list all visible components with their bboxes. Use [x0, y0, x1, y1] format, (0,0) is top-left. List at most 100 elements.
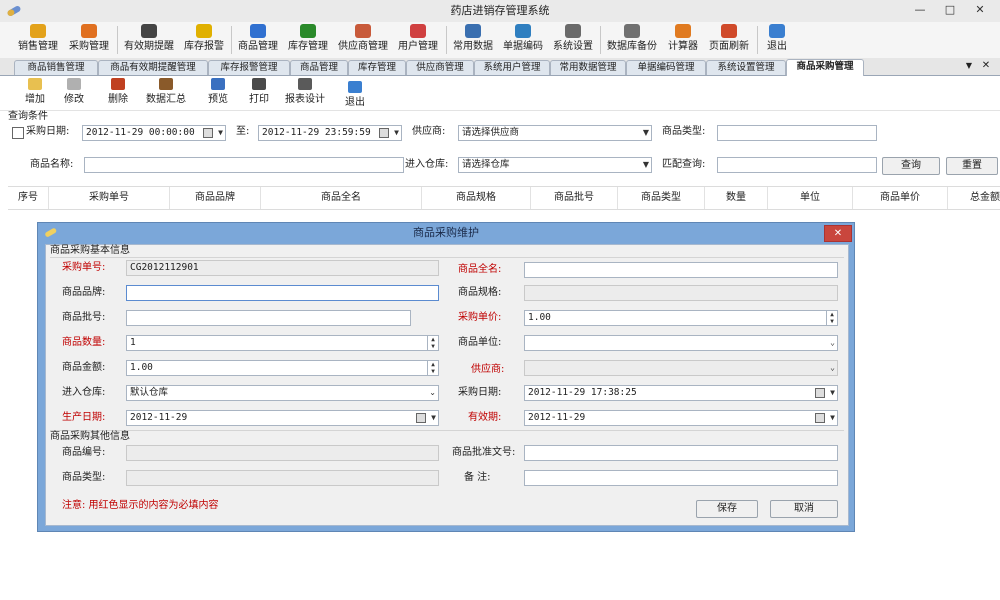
toolbar-exit-button[interactable]: 退出: [762, 24, 792, 56]
column-header[interactable]: 商品单价: [853, 187, 948, 209]
column-header[interactable]: 总金额: [948, 187, 1000, 209]
toolbar-separator: [600, 26, 601, 54]
chevron-down-icon: ▼: [642, 128, 649, 137]
spinner-arrows-icon[interactable]: ▲ ▼: [826, 311, 837, 325]
print-button[interactable]: 打印: [246, 78, 272, 108]
toolbar-backup-button[interactable]: 数据库备份: [603, 24, 661, 56]
date-from-picker[interactable]: 2012-11-29 00:00:00 ▼: [82, 125, 226, 141]
warehouse-field-label: 进入仓库:: [62, 387, 106, 398]
column-header[interactable]: 商品类型: [618, 187, 705, 209]
toolbar-refresh-button[interactable]: 页面刷新: [705, 24, 753, 56]
tab-purchase-management[interactable]: 商品采购管理: [786, 59, 864, 76]
purchase-date-checkbox[interactable]: [12, 127, 24, 139]
remark-input[interactable]: [524, 470, 838, 486]
toolbar-doc-code-button[interactable]: 单据编码: [499, 24, 547, 56]
brand-input[interactable]: [126, 285, 439, 301]
toolbar-inventory-button[interactable]: 库存管理: [284, 24, 332, 56]
production-date-picker[interactable]: 2012-11-29 ▼: [126, 410, 439, 426]
add-button[interactable]: 增加: [22, 78, 48, 108]
quantity-label: 商品数量:: [62, 337, 106, 348]
exit-icon: [769, 24, 785, 38]
toolbar-products-button[interactable]: 商品管理: [234, 24, 282, 56]
tab-doc-codes[interactable]: 单据编码管理: [626, 60, 706, 75]
tab-common-data[interactable]: 常用数据管理: [550, 60, 626, 75]
toolbar-settings-button[interactable]: 系统设置: [549, 24, 597, 56]
grid-header: 序号 采购单号 商品品牌 商品全名 商品规格 商品批号 商品类型 数量 单位 商…: [8, 186, 1000, 210]
column-header[interactable]: 数量: [705, 187, 768, 209]
column-header[interactable]: 商品全名: [261, 187, 422, 209]
tab-inventory[interactable]: 库存管理: [348, 60, 406, 75]
purchase-date-picker[interactable]: 2012-11-29 17:38:25 ▼: [524, 385, 838, 401]
toolbar-stock-alarm-button[interactable]: 库存报警: [180, 24, 228, 56]
column-header[interactable]: 序号: [8, 187, 49, 209]
chevron-down-icon: ⌄: [429, 388, 436, 397]
supplier-icon: [355, 24, 371, 38]
quantity-stepper[interactable]: 1 ▲ ▼: [126, 335, 439, 351]
column-header[interactable]: 采购单号: [49, 187, 170, 209]
spinner-arrows-icon[interactable]: ▲ ▼: [427, 336, 438, 350]
column-header[interactable]: 单位: [768, 187, 853, 209]
date-to-picker[interactable]: 2012-11-29 23:59:59 ▼: [258, 125, 402, 141]
match-query-input[interactable]: [717, 157, 877, 173]
supplier-select[interactable]: 请选择供应商 ▼: [458, 125, 652, 141]
approval-input[interactable]: [524, 445, 838, 461]
tab-products[interactable]: 商品管理: [290, 60, 348, 75]
product-code-label: 商品编号:: [62, 447, 106, 458]
column-header[interactable]: 商品批号: [531, 187, 618, 209]
tab-expiry-reminder[interactable]: 商品有效期提醒管理: [98, 60, 208, 75]
subtoolbar-exit-button[interactable]: 退出: [342, 81, 368, 111]
reset-button[interactable]: 重置: [946, 157, 998, 175]
purchase-icon: [81, 24, 97, 38]
toolbar-purchase-button[interactable]: 采购管理: [64, 24, 114, 56]
maximize-button[interactable]: □: [936, 2, 964, 18]
full-name-label: 商品全名:: [458, 264, 502, 275]
warehouse-label: 进入仓库:: [405, 159, 449, 170]
tab-sales[interactable]: 商品销售管理: [14, 60, 98, 75]
tab-close-icon[interactable]: ✕: [978, 59, 994, 73]
amount-stepper[interactable]: 1.00 ▲ ▼: [126, 360, 439, 376]
unit-price-stepper[interactable]: 1.00 ▲ ▼: [524, 310, 838, 326]
tab-system-settings[interactable]: 系统设置管理: [706, 60, 786, 75]
database-icon: [624, 24, 640, 38]
supplier-select-field[interactable]: ⌄: [524, 360, 838, 376]
search-button[interactable]: 查询: [882, 157, 940, 175]
warehouse-select-field[interactable]: 默认仓库 ⌄: [126, 385, 439, 401]
toolbar-expiry-button[interactable]: 有效期提醒: [120, 24, 178, 56]
unit-select[interactable]: ⌄: [524, 335, 838, 351]
inventory-icon: [300, 24, 316, 38]
toolbar-sales-button[interactable]: 销售管理: [14, 24, 62, 56]
cancel-button[interactable]: 取消: [770, 500, 838, 518]
product-name-input[interactable]: [84, 157, 404, 173]
column-header[interactable]: 商品品牌: [170, 187, 261, 209]
edit-button[interactable]: 修改: [61, 78, 87, 108]
warehouse-select[interactable]: 请选择仓库 ▼: [458, 157, 652, 173]
spinner-arrows-icon[interactable]: ▲ ▼: [427, 361, 438, 375]
full-name-input[interactable]: [524, 262, 838, 278]
data-icon: [465, 24, 481, 38]
tab-dropdown-icon[interactable]: ▼: [962, 59, 976, 73]
toolbar-common-data-button[interactable]: 常用数据: [449, 24, 497, 56]
tab-stock-alarm[interactable]: 库存报警管理: [208, 60, 290, 75]
tab-bar: 商品销售管理 商品有效期提醒管理 库存报警管理 商品管理 库存管理 供应商管理 …: [0, 58, 1000, 76]
minimize-button[interactable]: —: [906, 2, 934, 18]
expiry-date-picker[interactable]: 2012-11-29 ▼: [524, 410, 838, 426]
batch-input[interactable]: [126, 310, 411, 326]
delete-button[interactable]: 删除: [105, 78, 131, 108]
close-window-button[interactable]: ✕: [966, 2, 994, 18]
chevron-down-icon: ▼: [394, 128, 399, 137]
tab-system-users[interactable]: 系统用户管理: [474, 60, 550, 75]
toolbar-calculator-button[interactable]: 计算器: [663, 24, 703, 56]
toolbar-users-button[interactable]: 用户管理: [394, 24, 442, 56]
tab-suppliers[interactable]: 供应商管理: [406, 60, 474, 75]
product-type-input[interactable]: [717, 125, 877, 141]
preview-button[interactable]: 预览: [205, 78, 231, 108]
report-design-icon: [298, 78, 312, 90]
toolbar-supplier-button[interactable]: 供应商管理: [334, 24, 392, 56]
report-design-button[interactable]: 报表设计: [282, 78, 328, 108]
save-button[interactable]: 保存: [696, 500, 758, 518]
summary-button[interactable]: 数据汇总: [143, 78, 189, 108]
dialog-close-button[interactable]: ✕: [824, 225, 852, 242]
unit-price-label: 采购单价:: [458, 312, 502, 323]
brand-label: 商品品牌:: [62, 287, 106, 298]
column-header[interactable]: 商品规格: [422, 187, 531, 209]
